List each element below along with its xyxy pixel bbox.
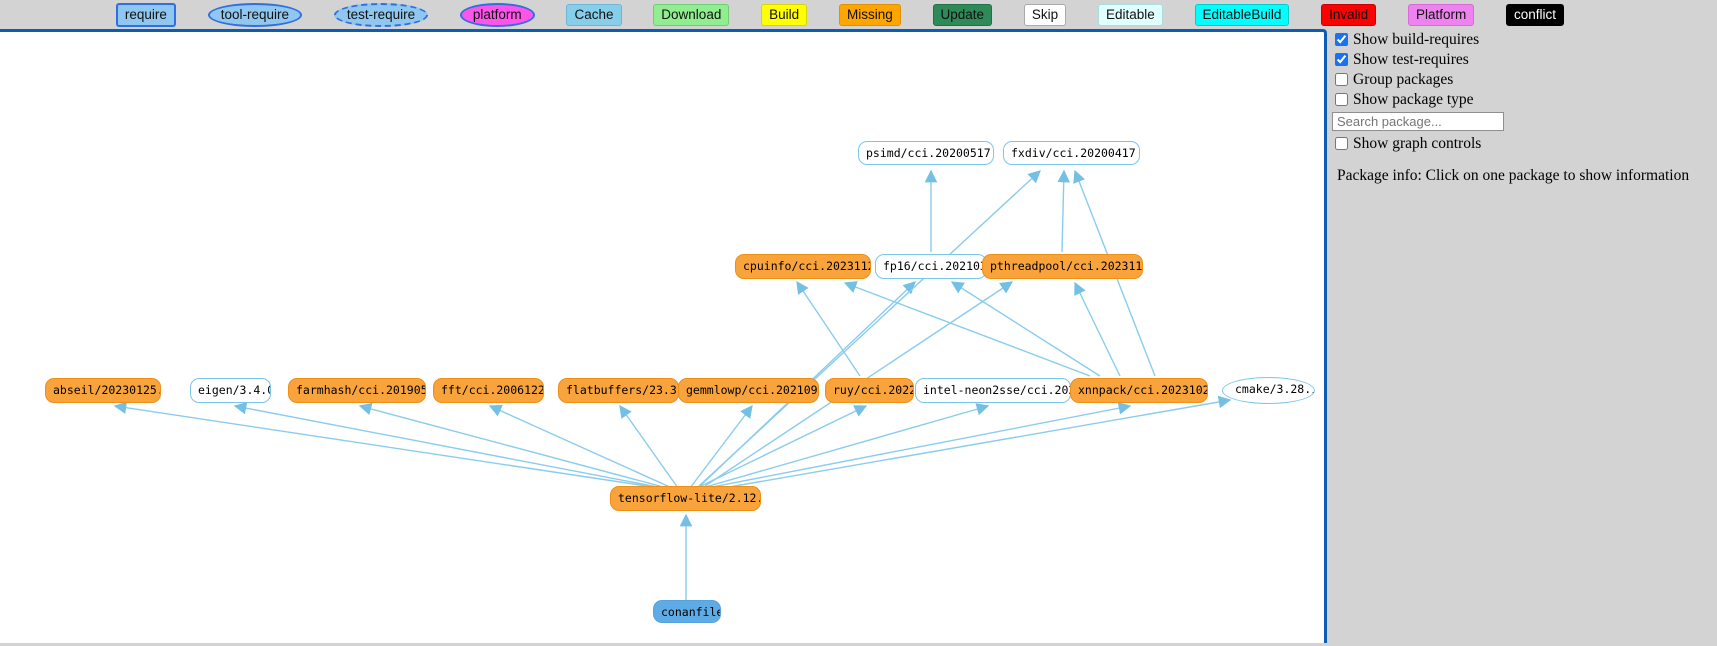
edge-tensorflow-lite-to-ruy bbox=[697, 406, 866, 488]
edge-tensorflow-lite-to-fxdiv bbox=[699, 171, 1040, 486]
graph-node-pthreadpool[interactable]: pthreadpool/cci.20231129 bbox=[982, 254, 1143, 279]
graph-node-cmake[interactable]: cmake/3.28.1 bbox=[1222, 377, 1315, 404]
graph-node-fft[interactable]: fft/cci.20061228 bbox=[433, 378, 544, 403]
legend-bar: require tool-require test-require platform C… bbox=[0, 0, 1717, 29]
graph-node-xnnpack[interactable]: xnnpack/cci.20231026 bbox=[1070, 378, 1208, 403]
legend-item-editable: Editable bbox=[1098, 4, 1163, 26]
package-info-text: Package info: Click on one package to sh… bbox=[1337, 167, 1717, 185]
edge-pthreadpool-to-fxdiv bbox=[1062, 171, 1064, 252]
legend-items: require tool-require test-require platform C… bbox=[100, 3, 1580, 27]
checkbox-label-show-build-requires: Show build-requires bbox=[1353, 31, 1479, 49]
checkbox-row-show-build-requires: Show build-requires bbox=[1335, 30, 1717, 49]
checkbox-label-group-packages: Group packages bbox=[1353, 71, 1453, 89]
legend-item-build: Build bbox=[761, 4, 807, 26]
legend-item-download: Download bbox=[653, 4, 729, 26]
graph-node-tensorflow-lite[interactable]: tensorflow-lite/2.12.0 bbox=[610, 486, 761, 511]
graph-node-fp16[interactable]: fp16/cci.2021032 bbox=[875, 254, 987, 279]
graph-node-abseil[interactable]: abseil/20230125.3 bbox=[45, 378, 161, 403]
legend-item-invalid: Invalid bbox=[1321, 4, 1376, 26]
checkbox-show-test-requires[interactable] bbox=[1335, 53, 1348, 66]
legend-item-cache: Cache bbox=[566, 4, 621, 26]
graph-node-farmhash[interactable]: farmhash/cci.20190513 bbox=[288, 378, 426, 403]
graph-options-panel: Show build-requires Show test-requires Gro… bbox=[1330, 29, 1717, 643]
dependency-graph-canvas[interactable]: psimd/cci.20200517 fxdiv/cci.20200417 cpui… bbox=[0, 29, 1327, 643]
edge-tensorflow-lite-to-flatbuffers bbox=[620, 406, 678, 488]
legend-item-platform: platform bbox=[460, 3, 535, 27]
search-input[interactable] bbox=[1332, 112, 1504, 131]
graph-node-gemmlowp[interactable]: gemmlowp/cci.20210928 bbox=[678, 378, 819, 403]
legend-item-editablebuild: EditableBuild bbox=[1195, 4, 1290, 26]
edge-xnnpack-to-fp16 bbox=[952, 282, 1100, 376]
edge-ruy-to-cpuinfo bbox=[797, 282, 860, 376]
edge-tensorflow-lite-to-abseil bbox=[115, 406, 660, 488]
edge-xnnpack-to-pthreadpool bbox=[1075, 283, 1120, 376]
edge-tensorflow-lite-to-farmhash bbox=[360, 406, 667, 488]
graph-node-cpuinfo[interactable]: cpuinfo/cci.20231129 bbox=[735, 254, 871, 279]
edge-tensorflow-lite-to-eigen bbox=[235, 406, 663, 488]
legend-item-tool-require: tool-require bbox=[208, 3, 302, 27]
checkbox-show-graph-controls[interactable] bbox=[1335, 137, 1348, 150]
checkbox-row-show-graph-controls: Show graph controls bbox=[1335, 134, 1717, 153]
graph-node-flatbuffers[interactable]: flatbuffers/23.3.3 bbox=[558, 378, 679, 403]
legend-item-platform: Platform bbox=[1408, 4, 1474, 26]
checkbox-row-show-package-type: Show package type bbox=[1335, 90, 1717, 109]
checkbox-row-group-packages: Group packages bbox=[1335, 70, 1717, 89]
checkbox-group-packages[interactable] bbox=[1335, 73, 1348, 86]
graph-node-ruy[interactable]: ruy/cci.202206 bbox=[825, 378, 914, 403]
checkbox-row-show-test-requires: Show test-requires bbox=[1335, 50, 1717, 69]
edge-tensorflow-lite-to-intel-neon2sse bbox=[702, 406, 988, 488]
graph-node-psimd[interactable]: psimd/cci.20200517 bbox=[858, 141, 994, 165]
legend-item-update: Update bbox=[933, 4, 993, 26]
checkbox-label-show-graph-controls: Show graph controls bbox=[1353, 135, 1481, 153]
edge-xnnpack-to-cpuinfo bbox=[845, 283, 1090, 376]
legend-item-test-require: test-require bbox=[334, 3, 428, 27]
graph-node-conanfile[interactable]: conanfile bbox=[653, 600, 721, 623]
edge-tensorflow-lite-to-cmake bbox=[712, 400, 1230, 490]
legend-item-conflict: conflict bbox=[1506, 4, 1564, 26]
legend-item-require: require bbox=[116, 3, 176, 27]
graph-node-fxdiv[interactable]: fxdiv/cci.20200417 bbox=[1003, 141, 1140, 165]
checkbox-label-show-package-type: Show package type bbox=[1353, 91, 1474, 109]
checkbox-show-package-type[interactable] bbox=[1335, 93, 1348, 106]
checkbox-show-build-requires[interactable] bbox=[1335, 33, 1348, 46]
graph-node-intel-neon2sse[interactable]: intel-neon2sse/cci.2021 bbox=[915, 378, 1071, 403]
dependency-edges bbox=[0, 32, 1327, 646]
legend-item-skip: Skip bbox=[1024, 4, 1066, 26]
graph-node-eigen[interactable]: eigen/3.4.0 bbox=[190, 378, 271, 403]
legend-item-missing: Missing bbox=[839, 4, 901, 26]
checkbox-label-show-test-requires: Show test-requires bbox=[1353, 51, 1469, 69]
